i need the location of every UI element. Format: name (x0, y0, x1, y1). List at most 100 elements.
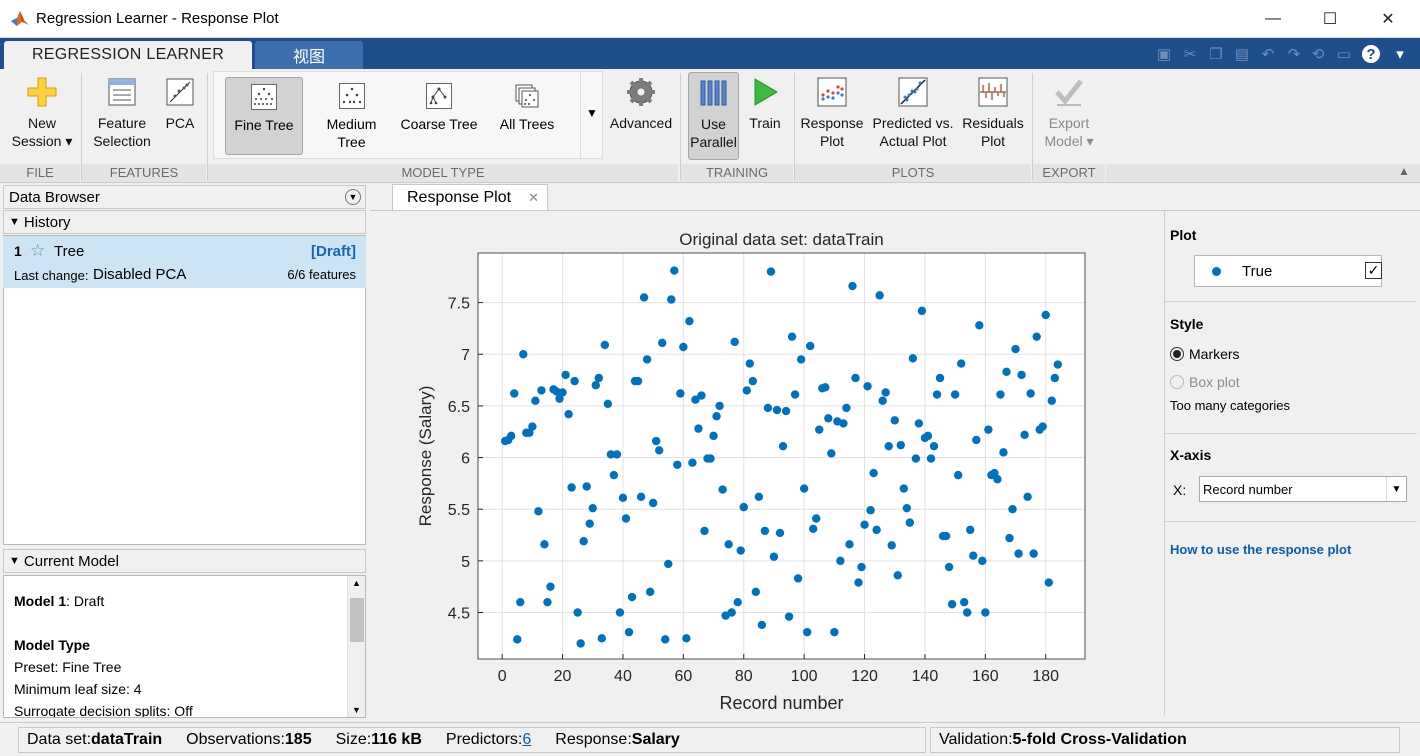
response-scatter-chart[interactable]: 0 20 40 60 80 100 120 140 160 1804.555.566.577.5 … (370, 211, 1164, 716)
data-point[interactable] (778, 441, 788, 451)
close-window-button[interactable]: ✕ (1360, 0, 1416, 38)
data-point[interactable] (972, 435, 981, 445)
data-point[interactable] (534, 507, 543, 516)
data-point[interactable] (890, 416, 899, 425)
data-point[interactable] (872, 525, 881, 535)
data-point[interactable] (651, 436, 661, 446)
export-model-button[interactable]: Export Model ▾ (1036, 75, 1102, 150)
data-point[interactable] (944, 562, 954, 572)
data-point[interactable] (757, 620, 767, 630)
data-point[interactable] (1008, 505, 1017, 514)
data-point[interactable] (612, 450, 622, 459)
data-point[interactable] (1041, 310, 1050, 320)
data-point[interactable] (999, 448, 1008, 457)
data-point[interactable] (730, 337, 739, 347)
data-point[interactable] (658, 338, 667, 348)
data-point[interactable] (793, 574, 803, 583)
train-button[interactable]: Train (743, 75, 787, 132)
data-point[interactable] (926, 454, 936, 463)
data-point[interactable] (639, 293, 649, 302)
data-point[interactable] (908, 354, 918, 363)
data-point[interactable] (1038, 422, 1047, 431)
data-point[interactable] (597, 634, 607, 643)
data-point[interactable] (751, 587, 761, 597)
chevron-down-icon[interactable]: ▼ (1386, 477, 1406, 501)
data-point[interactable] (667, 295, 676, 304)
use-parallel-button[interactable]: Use Parallel (688, 72, 739, 160)
data-point[interactable] (685, 316, 694, 326)
data-point[interactable] (975, 321, 984, 330)
tab-response-plot[interactable]: Response Plot ✕ (392, 184, 548, 211)
data-point[interactable] (953, 470, 963, 480)
data-point[interactable] (558, 388, 567, 397)
data-point[interactable] (564, 409, 573, 419)
copy-icon[interactable]: ❐ (1206, 44, 1226, 64)
data-point[interactable] (754, 492, 764, 502)
data-point[interactable] (787, 332, 797, 341)
data-point[interactable] (507, 431, 516, 441)
data-point[interactable] (609, 470, 619, 480)
ribbon-options-icon[interactable]: ▾ (1390, 44, 1410, 64)
data-point[interactable] (960, 597, 969, 607)
redo-icon[interactable]: ↷ (1284, 44, 1304, 64)
data-point[interactable] (809, 524, 818, 534)
medium-tree-button[interactable]: Medium Tree (314, 77, 389, 155)
star-icon[interactable]: ☆ (30, 241, 45, 261)
data-point[interactable] (875, 291, 884, 300)
data-point[interactable] (594, 373, 603, 383)
data-point[interactable] (615, 608, 625, 617)
data-point[interactable] (956, 359, 966, 368)
data-point[interactable] (1044, 578, 1053, 587)
data-point[interactable] (654, 446, 664, 455)
scroll-up-icon[interactable]: ▲ (352, 578, 361, 588)
data-point[interactable] (688, 458, 697, 467)
data-point[interactable] (627, 592, 637, 602)
data-point[interactable] (860, 520, 869, 529)
data-point[interactable] (905, 518, 915, 527)
data-point[interactable] (540, 540, 549, 549)
data-point[interactable] (748, 376, 758, 386)
data-point[interactable] (624, 627, 634, 637)
data-point[interactable] (670, 266, 679, 275)
collapse-ribbon-icon[interactable]: ▲ (1398, 164, 1410, 178)
data-point[interactable] (996, 390, 1005, 399)
data-point[interactable] (1020, 430, 1029, 440)
predictors-link[interactable]: 6 (522, 731, 531, 749)
data-point[interactable] (543, 597, 552, 607)
data-point[interactable] (1047, 396, 1056, 405)
pca-button[interactable]: PCA (158, 75, 202, 132)
data-point[interactable] (947, 600, 957, 609)
data-point[interactable] (567, 483, 576, 492)
data-point[interactable] (528, 422, 537, 431)
data-point[interactable] (736, 546, 745, 555)
data-point[interactable] (869, 468, 878, 478)
data-point[interactable] (963, 608, 972, 617)
data-point[interactable] (966, 525, 975, 535)
fine-tree-button[interactable]: Fine Tree (225, 77, 303, 155)
data-point[interactable] (697, 391, 706, 400)
layout-icon[interactable]: ▭ (1334, 44, 1354, 64)
data-point[interactable] (863, 382, 872, 391)
data-point[interactable] (694, 424, 703, 433)
data-point[interactable] (772, 405, 782, 415)
data-point[interactable] (896, 440, 905, 450)
undo-icon[interactable]: ↶ (1258, 44, 1278, 64)
data-point[interactable] (836, 556, 845, 566)
data-point[interactable] (839, 419, 848, 428)
data-point[interactable] (633, 376, 643, 386)
data-point[interactable] (932, 390, 942, 399)
tab-regression-learner[interactable]: REGRESSION LEARNER (4, 41, 252, 69)
predicted-vs-actual-button[interactable]: Predicted vs. Actual Plot (870, 75, 956, 150)
data-point[interactable] (981, 608, 990, 617)
history-header[interactable]: ▼ History (3, 210, 366, 234)
data-point[interactable] (745, 359, 754, 368)
data-point[interactable] (935, 373, 945, 383)
data-point[interactable] (712, 412, 721, 421)
data-point[interactable] (802, 627, 812, 637)
data-point[interactable] (796, 355, 806, 364)
data-point[interactable] (742, 386, 751, 395)
data-point[interactable] (887, 541, 896, 550)
data-point[interactable] (591, 381, 600, 390)
data-point[interactable] (812, 514, 821, 523)
data-point[interactable] (929, 441, 939, 451)
